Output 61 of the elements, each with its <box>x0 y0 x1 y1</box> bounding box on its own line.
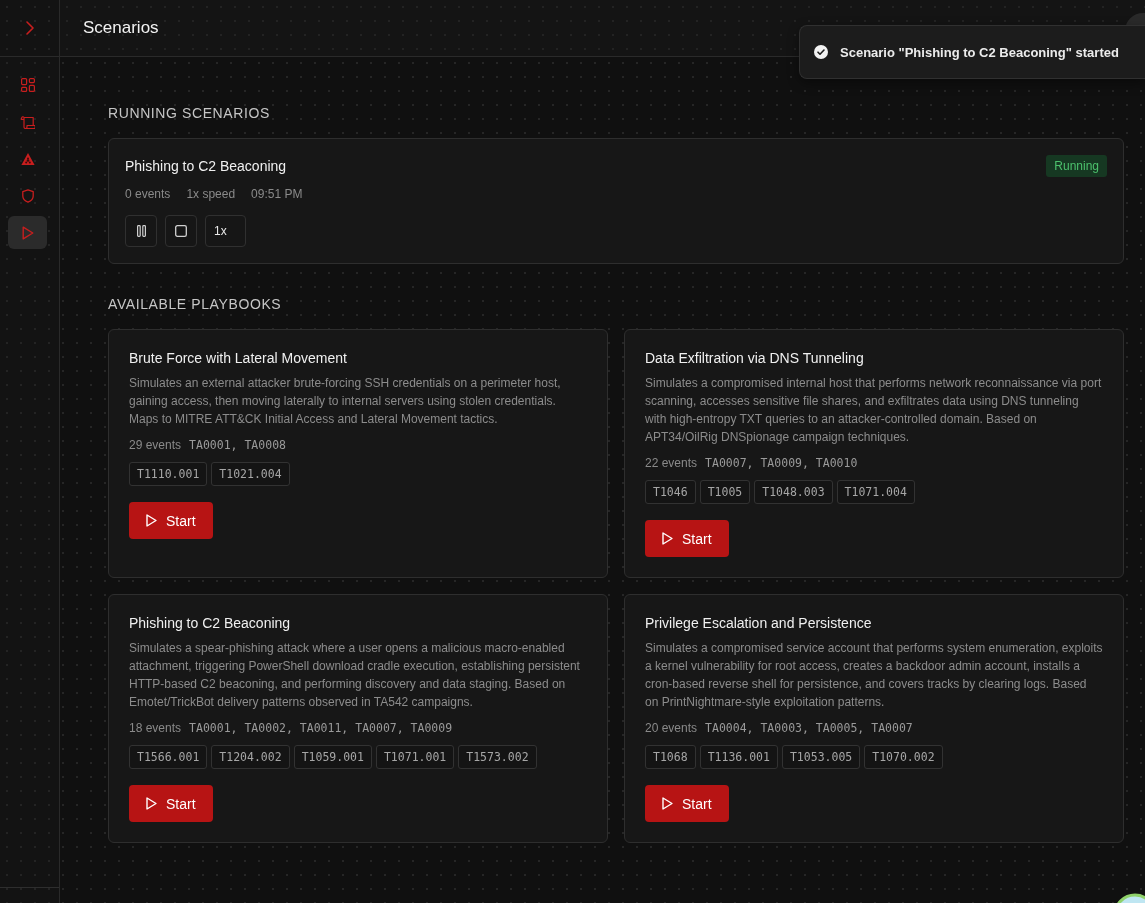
section-heading: RUNNING SCENARIOS <box>108 105 271 121</box>
sidebar-item[interactable] <box>8 216 47 249</box>
event-count: 29 events <box>129 437 182 454</box>
technique-tag: T1053.005 <box>781 745 861 769</box>
playbook-title: Privilege Escalation and Persistence <box>645 614 872 633</box>
play-icon <box>662 797 673 810</box>
technique-tag: T1048.003 <box>754 480 833 504</box>
technique-tag: T1071.001 <box>375 745 455 769</box>
start-button[interactable]: Start <box>645 785 729 822</box>
hazard-icon <box>20 151 35 166</box>
playbook-description: Simulates a compromised service account that performs system enumeration, exploits a kernel vulnerability for root access, creates a backdoor admin account, installs a cron-based reverse shell for persistence, and covers tracks by clearing logs. Based on PrintNightmare-style exploitation patterns. <box>645 640 1103 711</box>
technique-tag: T1136.001 <box>699 745 778 769</box>
event-count: 20 events <box>645 720 698 737</box>
status-badge: Running <box>1046 155 1107 177</box>
technique-tag: T1110.001 <box>129 462 208 486</box>
technique-tag: T1566.001 <box>129 745 208 769</box>
event-count: 0 events <box>125 186 171 203</box>
stop-icon <box>175 225 187 237</box>
speed-selector[interactable]: 1x <box>205 215 246 247</box>
playbook-description: Simulates an external attacker brute-forcing SSH credentials on a perimeter host, gaining access, then moving laterally to internal servers using stolen credentials. Maps to MITRE ATT&CK Initial Access and Lateral Movement tactics. <box>129 375 562 428</box>
technique-tag: T1068 <box>645 745 696 769</box>
playbook-description: Simulates a spear-phishing attack where a user opens a malicious macro-enabled attachment, triggering PowerShell download cradle execution, establishing persistent HTTP-based C2 beaconing, and performing discovery and data staging. Based on Emotet/TrickBot delivery patterns observed in TA542 campaigns. <box>129 640 581 711</box>
grid-icon <box>20 77 35 92</box>
start-time: 09:51 PM <box>251 186 303 203</box>
pause-button[interactable] <box>125 215 157 247</box>
technique-tag: T1005 <box>699 480 751 504</box>
toast-message: Scenario "Phishing to C2 Beaconing" started <box>840 44 1119 60</box>
check-circle-icon <box>814 45 828 59</box>
playbook-title: Data Exfiltration via DNS Tunneling <box>645 349 864 368</box>
chevron-right-icon <box>25 21 34 35</box>
play-icon <box>146 514 157 527</box>
stop-button[interactable] <box>165 215 197 247</box>
event-count: 18 events <box>129 720 182 737</box>
technique-tag: T1059.001 <box>293 745 372 769</box>
start-button[interactable]: Start <box>129 785 213 822</box>
tactic-ids: TA0007, TA0009, TA0010 <box>705 455 858 472</box>
technique-tag: T1204.002 <box>211 745 290 769</box>
event-count: 22 events <box>645 455 698 472</box>
play-icon <box>146 797 157 810</box>
section-heading: AVAILABLE PLAYBOOKS <box>108 296 283 312</box>
playbook-title: Phishing to C2 Beaconing <box>129 614 291 633</box>
play-icon <box>20 225 35 240</box>
start-button[interactable]: Start <box>129 502 213 539</box>
tactic-ids: TA0001, TA0008 <box>189 437 286 454</box>
page-title: Scenarios <box>83 18 159 38</box>
pause-icon <box>136 225 146 237</box>
technique-tag: T1021.004 <box>211 462 290 486</box>
technique-tag: T1046 <box>645 480 696 504</box>
start-button[interactable]: Start <box>645 520 729 557</box>
technique-tag: T1071.004 <box>836 480 915 504</box>
play-icon <box>662 532 673 545</box>
speed-text: 1x speed <box>186 186 236 203</box>
shield-icon <box>20 188 35 203</box>
scenario-name: Phishing to C2 Beaconing <box>125 158 287 174</box>
playbook-title: Brute Force with Lateral Movement <box>129 349 347 368</box>
playbook-description: Simulates a compromised internal host that performs network reconnaissance via port scanning, accesses sensitive file shares, and exfiltrates data using DNS tunneling with high-entropy TXT queries to an attacker-controlled domain. Based on APT34/OilRig DNSpionage campaign techniques. <box>645 375 1103 446</box>
scroll-icon <box>20 114 35 129</box>
tactic-ids: TA0001, TA0002, TA0011, TA0007, TA0009 <box>189 720 453 737</box>
tactic-ids: TA0004, TA0003, TA0005, TA0007 <box>705 720 913 737</box>
technique-tag: T1573.002 <box>458 745 537 769</box>
technique-tag: T1070.002 <box>864 745 943 769</box>
